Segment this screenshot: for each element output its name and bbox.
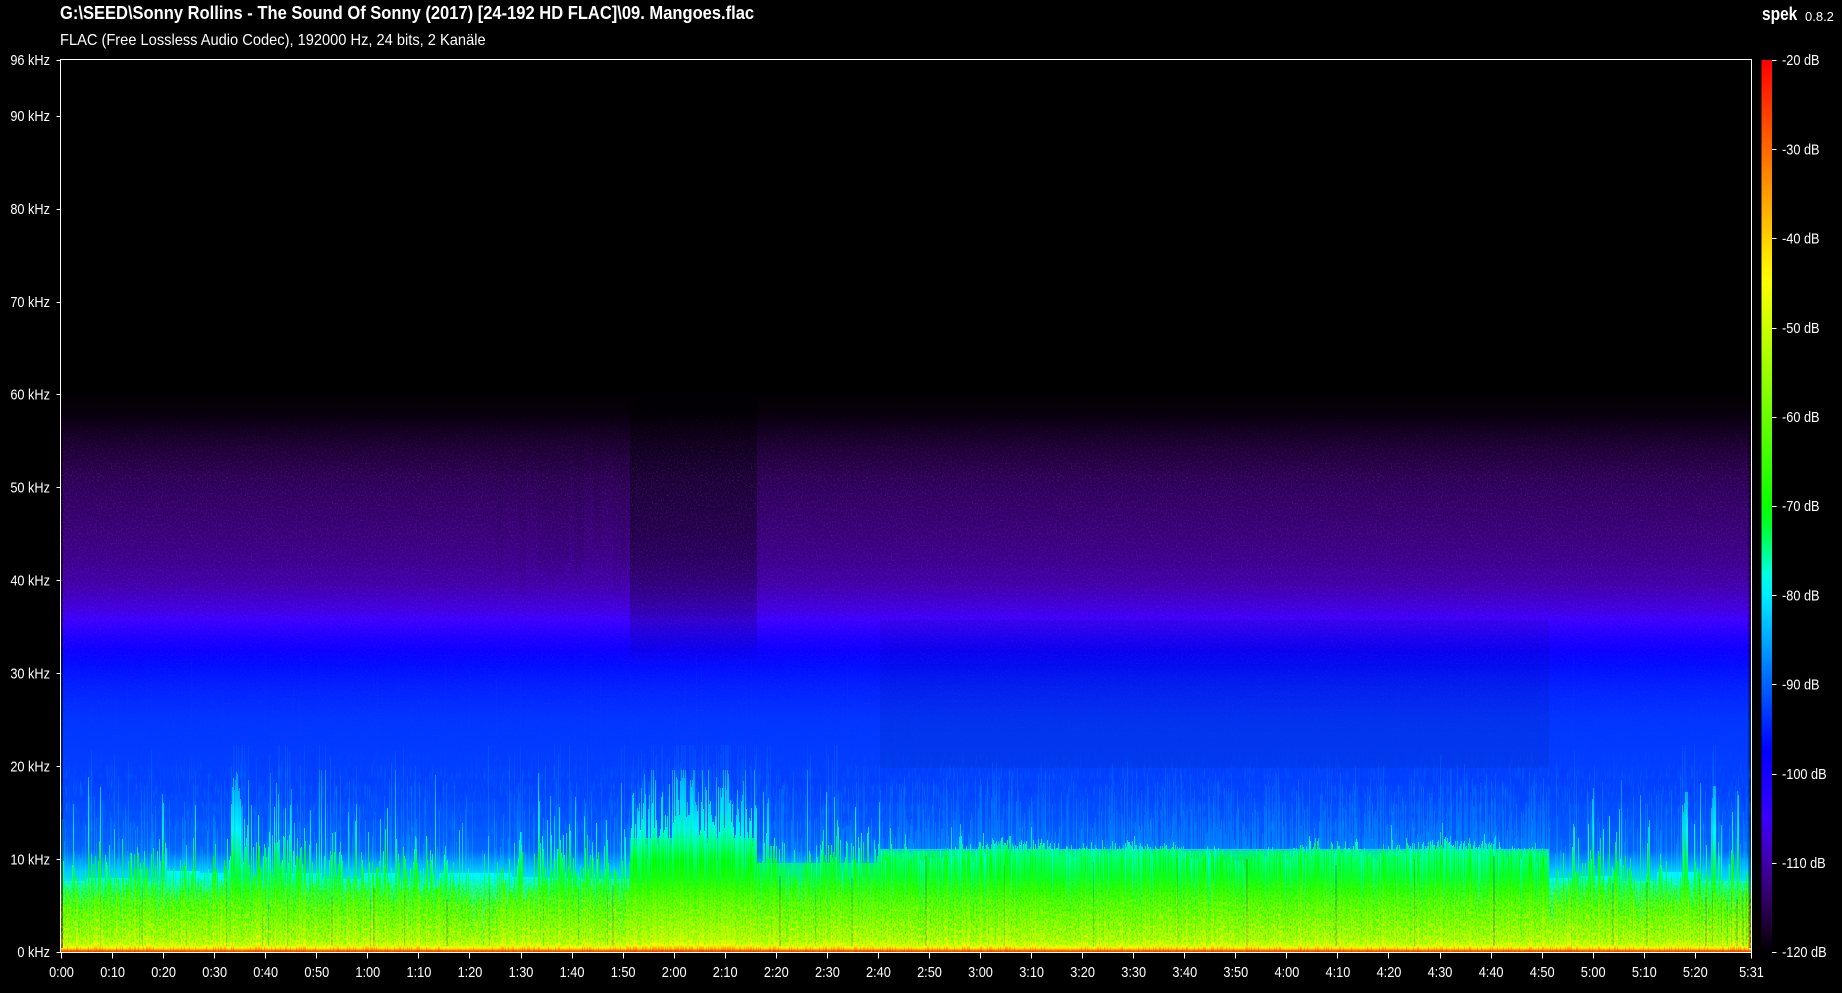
svg-text:4:30: 4:30 — [1428, 963, 1453, 980]
svg-text:0:30: 0:30 — [202, 963, 227, 980]
svg-text:0:00: 0:00 — [49, 963, 74, 980]
svg-text:2:20: 2:20 — [764, 963, 789, 980]
svg-text:0:10: 0:10 — [100, 963, 125, 980]
svg-text:1:50: 1:50 — [611, 963, 636, 980]
svg-text:1:30: 1:30 — [509, 963, 534, 980]
svg-text:0:50: 0:50 — [304, 963, 329, 980]
svg-text:1:40: 1:40 — [560, 963, 585, 980]
svg-text:10 kHz: 10 kHz — [10, 850, 50, 867]
svg-text:-110 dB: -110 dB — [1782, 854, 1826, 871]
svg-text:50 kHz: 50 kHz — [10, 479, 50, 496]
svg-text:3:40: 3:40 — [1172, 963, 1197, 980]
svg-text:0:40: 0:40 — [253, 963, 278, 980]
svg-text:5:10: 5:10 — [1632, 963, 1657, 980]
svg-text:3:50: 3:50 — [1223, 963, 1248, 980]
svg-text:4:50: 4:50 — [1530, 963, 1555, 980]
svg-text:4:20: 4:20 — [1377, 963, 1402, 980]
svg-text:80 kHz: 80 kHz — [10, 200, 50, 217]
svg-text:3:00: 3:00 — [968, 963, 993, 980]
svg-text:4:40: 4:40 — [1479, 963, 1504, 980]
svg-text:-70 dB: -70 dB — [1782, 497, 1820, 514]
svg-text:3:10: 3:10 — [1019, 963, 1044, 980]
svg-text:5:31: 5:31 — [1739, 963, 1764, 980]
svg-text:40 kHz: 40 kHz — [10, 571, 50, 588]
svg-text:2:00: 2:00 — [662, 963, 687, 980]
svg-text:1:20: 1:20 — [458, 963, 483, 980]
svg-text:-120 dB: -120 dB — [1782, 943, 1827, 960]
svg-text:4:10: 4:10 — [1325, 963, 1350, 980]
svg-text:4:00: 4:00 — [1274, 963, 1299, 980]
svg-text:-50 dB: -50 dB — [1782, 319, 1820, 336]
svg-text:2:50: 2:50 — [917, 963, 942, 980]
svg-text:-60 dB: -60 dB — [1782, 408, 1820, 425]
svg-text:5:00: 5:00 — [1581, 963, 1606, 980]
svg-text:5:20: 5:20 — [1683, 963, 1708, 980]
svg-text:2:30: 2:30 — [815, 963, 840, 980]
svg-text:-80 dB: -80 dB — [1782, 586, 1820, 603]
svg-text:20 kHz: 20 kHz — [10, 757, 50, 774]
svg-text:-90 dB: -90 dB — [1782, 676, 1820, 693]
svg-text:96 kHz: 96 kHz — [10, 51, 50, 68]
svg-text:-20 dB: -20 dB — [1782, 51, 1820, 68]
svg-text:2:40: 2:40 — [866, 963, 891, 980]
svg-text:3:30: 3:30 — [1121, 963, 1146, 980]
svg-text:-30 dB: -30 dB — [1782, 140, 1820, 157]
svg-text:2:10: 2:10 — [713, 963, 738, 980]
svg-text:60 kHz: 60 kHz — [10, 386, 50, 403]
svg-text:30 kHz: 30 kHz — [10, 664, 50, 681]
svg-text:-100 dB: -100 dB — [1782, 765, 1827, 782]
svg-text:70 kHz: 70 kHz — [10, 293, 50, 310]
svg-text:1:00: 1:00 — [355, 963, 380, 980]
svg-text:0:20: 0:20 — [151, 963, 176, 980]
svg-text:-40 dB: -40 dB — [1782, 230, 1820, 247]
svg-text:1:10: 1:10 — [406, 963, 431, 980]
svg-text:0 kHz: 0 kHz — [17, 943, 50, 960]
svg-text:90 kHz: 90 kHz — [10, 107, 50, 124]
svg-text:3:20: 3:20 — [1070, 963, 1095, 980]
